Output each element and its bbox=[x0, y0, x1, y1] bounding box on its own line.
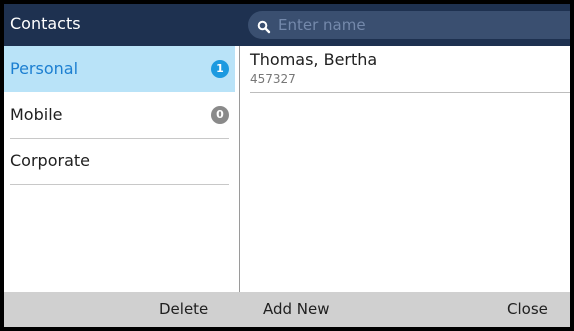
sidebar-item-mobile[interactable]: Mobile 0 bbox=[10, 92, 229, 139]
search-input[interactable] bbox=[272, 11, 564, 39]
softkey-bar: Delete Add New Close bbox=[4, 292, 570, 327]
sidebar-item-label: Corporate bbox=[10, 151, 90, 170]
search-box[interactable] bbox=[248, 11, 570, 39]
delete-button[interactable]: Delete bbox=[159, 292, 208, 327]
sidebar-item-label: Mobile bbox=[10, 105, 63, 124]
sidebar-item-personal[interactable]: Personal 1 bbox=[4, 46, 235, 92]
contact-number: 457327 bbox=[250, 72, 296, 86]
close-button[interactable]: Close bbox=[507, 292, 548, 327]
search-icon bbox=[257, 19, 271, 34]
count-badge: 0 bbox=[211, 106, 229, 124]
contacts-screen: Contacts Personal 1 Mobile 0 Corporate T bbox=[4, 4, 570, 327]
page-title: Contacts bbox=[10, 14, 81, 33]
contact-list: Thomas, Bertha 457327 bbox=[240, 46, 570, 292]
sidebar-item-label: Personal bbox=[10, 59, 79, 78]
add-new-button[interactable]: Add New bbox=[263, 292, 330, 327]
sidebar-item-corporate[interactable]: Corporate bbox=[10, 138, 229, 185]
list-item[interactable]: Thomas, Bertha 457327 bbox=[250, 46, 570, 93]
header-bar: Contacts bbox=[4, 4, 570, 46]
contact-name: Thomas, Bertha bbox=[250, 50, 378, 69]
count-badge: 1 bbox=[211, 60, 229, 78]
directory-sidebar: Personal 1 Mobile 0 Corporate bbox=[4, 46, 239, 292]
